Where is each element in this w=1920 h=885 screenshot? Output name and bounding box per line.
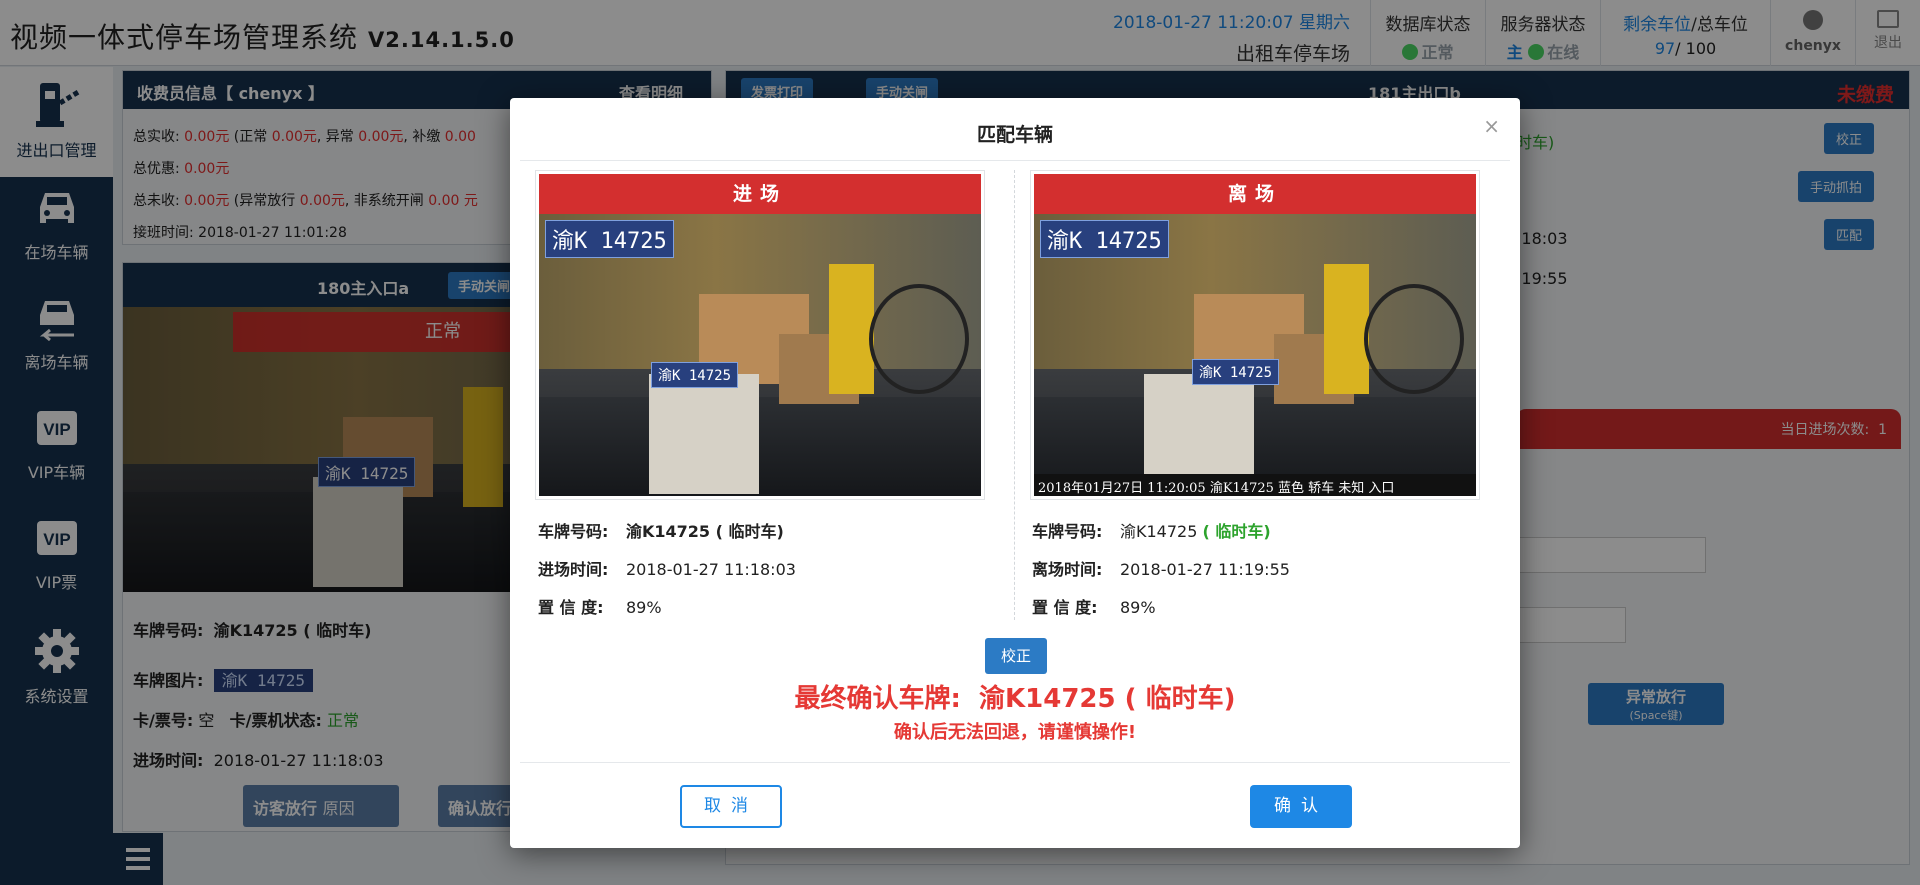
exit-card: 离场 渝K 14725 渝K 14725 2018年01月27日 11:20:0… — [1030, 170, 1480, 500]
divider — [520, 762, 1510, 763]
exit-plate-overlay: 渝K 14725 — [1040, 220, 1169, 258]
entry-snapshot: 渝K 14725 渝K 14725 — [539, 214, 981, 496]
entry-plate-overlay: 渝K 14725 — [545, 220, 674, 258]
entry-confidence-value: 89% — [626, 598, 662, 617]
exit-snapshot: 渝K 14725 渝K 14725 2018年01月27日 11:20:05 渝… — [1034, 214, 1476, 496]
exit-time-row: 离场时间: 2018-01-27 11:19:55 — [1032, 556, 1290, 580]
entry-time-label: 进场时间: — [538, 560, 609, 579]
entry-card: 进场 渝K 14725 渝K 14725 — [535, 170, 985, 500]
final-plate-confirmation: 最终确认车牌: 渝K14725 ( 临时车) — [510, 678, 1520, 715]
final-plate-value: 渝K14725 ( 临时车) — [979, 684, 1236, 714]
exit-image-caption: 2018年01月27日 11:20:05 渝K14725 蓝色 轿车 未知 入口 — [1034, 474, 1476, 496]
dialog-title: 匹配车辆 — [976, 124, 1053, 146]
irreversible-warning: 确认后无法回退，请谨慎操作! — [893, 722, 1137, 743]
cancel-button[interactable]: 取消 — [680, 785, 782, 828]
exit-plate-value: 渝K14725 — [1120, 522, 1198, 541]
entry-plate-row: 车牌号码: 渝K14725 ( 临时车) — [538, 518, 784, 542]
exit-time-label: 离场时间: — [1032, 560, 1103, 579]
entry-confidence-label: 置 信 度: — [538, 598, 604, 617]
vertical-divider — [1014, 170, 1015, 620]
final-plate-label: 最终确认车牌: — [794, 684, 961, 714]
exit-plate-row: 车牌号码: 渝K14725 ( 临时车) — [1032, 518, 1271, 542]
exit-time-value: 2018-01-27 11:19:55 — [1120, 560, 1290, 579]
entry-plate-label: 车牌号码: — [538, 522, 609, 541]
exit-card-header: 离场 — [1034, 174, 1476, 214]
entry-time-value: 2018-01-27 11:18:03 — [626, 560, 796, 579]
exit-confidence-label: 置 信 度: — [1032, 598, 1098, 617]
exit-plate-overlay-2: 渝K 14725 — [1192, 359, 1280, 385]
divider — [520, 160, 1510, 161]
entry-confidence-row: 置 信 度: 89% — [538, 594, 662, 618]
confirm-button[interactable]: 确认 — [1250, 785, 1352, 828]
entry-card-header: 进场 — [539, 174, 981, 214]
entry-time-row: 进场时间: 2018-01-27 11:18:03 — [538, 556, 796, 580]
entry-plate-overlay-2: 渝K 14725 — [651, 362, 739, 388]
entry-plate-value: 渝K14725 ( 临时车) — [626, 522, 784, 541]
exit-confidence-value: 89% — [1120, 598, 1156, 617]
match-vehicle-dialog: 匹配车辆 × 进场 渝K 14725 渝K 14725 车牌号码: 渝K14725… — [510, 98, 1520, 848]
exit-plate-type: ( 临时车) — [1202, 522, 1271, 541]
close-icon[interactable]: × — [1483, 114, 1500, 138]
correct-button[interactable]: 校正 — [985, 638, 1047, 674]
exit-confidence-row: 置 信 度: 89% — [1032, 594, 1156, 618]
exit-plate-label: 车牌号码: — [1032, 522, 1103, 541]
